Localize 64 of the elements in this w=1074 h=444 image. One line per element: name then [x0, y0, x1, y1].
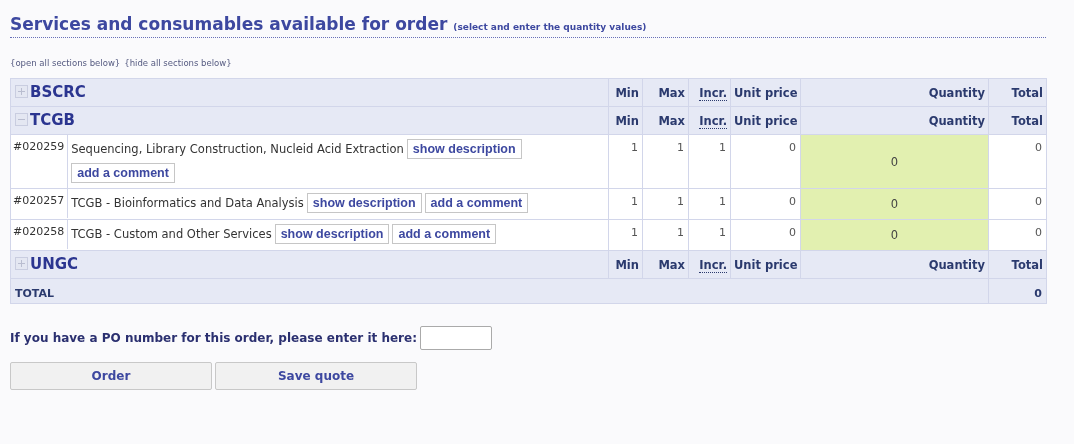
section-title[interactable]: TCGB — [30, 110, 75, 129]
column-header: Quantity — [928, 113, 985, 128]
column-header: Total — [1011, 113, 1043, 128]
item-name: TCGB - Custom and Other Services — [71, 227, 272, 241]
save-quote-button[interactable]: Save quote — [215, 362, 417, 390]
collapse-icon[interactable] — [15, 113, 28, 127]
total-label: TOTAL — [15, 286, 55, 300]
table-cell: 0 — [1035, 141, 1042, 154]
order-button[interactable]: Order — [10, 362, 212, 390]
table-cell: 1 — [631, 195, 638, 208]
add-comment-button[interactable]: add a comment — [424, 193, 529, 213]
table-cell: 1 — [719, 195, 726, 208]
column-header: Incr. — [699, 85, 727, 101]
table-cell: 1 — [631, 141, 638, 154]
item-number: #020258 — [11, 220, 69, 249]
total-value: 0 — [1034, 286, 1042, 300]
column-header: Min — [615, 257, 639, 272]
table-cell: 1 — [677, 195, 684, 208]
table-cell: 1 — [677, 141, 684, 154]
quantity-field[interactable]: 0 — [801, 220, 988, 250]
table-cell: 1 — [719, 141, 726, 154]
column-header: Total — [1011, 257, 1043, 272]
item-name: TCGB - Bioinformatics and Data Analysis — [71, 196, 304, 210]
section-title[interactable]: BSCRC — [30, 82, 86, 101]
column-header: Unit price — [734, 85, 798, 100]
column-header: Incr. — [699, 113, 727, 129]
column-header: Total — [1011, 85, 1043, 100]
table-cell: 1 — [677, 226, 684, 239]
table-cell: 0 — [789, 141, 796, 154]
title-hint: (select and enter the quantity values) — [453, 22, 647, 32]
column-header: Incr. — [699, 257, 727, 273]
show-description-button[interactable]: show description — [406, 139, 522, 159]
show-description-button[interactable]: show description — [274, 224, 390, 244]
expand-icon[interactable] — [15, 85, 28, 99]
column-header: Max — [658, 113, 685, 128]
column-header: Min — [615, 85, 639, 100]
column-header: Max — [658, 85, 685, 100]
quantity-field[interactable]: 0 — [801, 189, 988, 219]
table-cell: 0 — [1035, 226, 1042, 239]
section-toggle-link[interactable]: {hide all sections below} — [124, 58, 232, 72]
table-cell: 0 — [1035, 195, 1042, 208]
po-number-field[interactable] — [419, 326, 492, 350]
column-header: Quantity — [928, 85, 985, 100]
table-cell: 0 — [789, 195, 796, 208]
quantity-field[interactable]: 0 — [801, 135, 988, 188]
section-toggle-link[interactable]: {open all sections below} — [10, 58, 121, 72]
item-name: Sequencing, Library Construction, Nucleid Acid Extraction — [71, 142, 404, 156]
po-label: If you have a PO number for this order, please enter it here: — [10, 331, 417, 345]
column-header: Quantity — [928, 257, 985, 272]
show-description-button[interactable]: show description — [306, 193, 422, 213]
column-header: Unit price — [734, 257, 798, 272]
add-comment-button[interactable]: add a comment — [392, 224, 497, 244]
section-title[interactable]: UNGC — [30, 254, 79, 273]
table-cell: 1 — [631, 226, 638, 239]
column-header: Max — [658, 257, 685, 272]
expand-icon[interactable] — [15, 257, 28, 271]
table-cell: 1 — [719, 226, 726, 239]
column-header: Min — [615, 113, 639, 128]
page-title: Services and consumables available for order — [10, 14, 448, 34]
item-number: #020257 — [11, 189, 69, 218]
table-cell: 0 — [789, 226, 796, 239]
column-header: Unit price — [734, 113, 798, 128]
add-comment-button[interactable]: add a comment — [71, 163, 175, 183]
item-number: #020259 — [11, 135, 69, 188]
